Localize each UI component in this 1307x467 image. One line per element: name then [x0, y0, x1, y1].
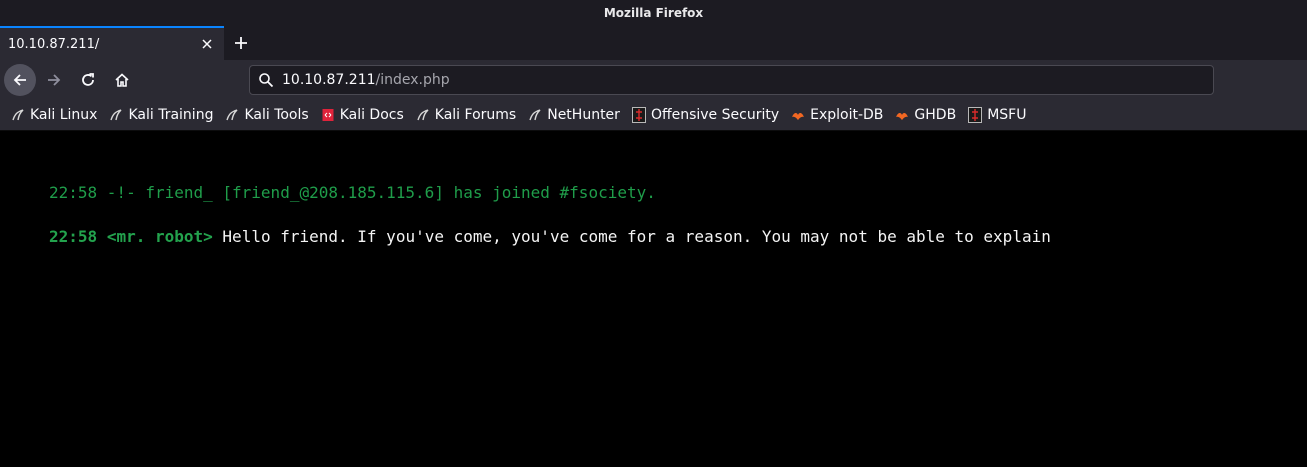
url-path: /index.php [375, 72, 450, 88]
bookmark-label: Kali Forums [434, 107, 517, 123]
tab-label: 10.10.87.211/ [8, 36, 100, 52]
plus-icon [235, 37, 247, 49]
window-titlebar: Mozilla Firefox [0, 0, 1307, 26]
nav-bar: 10.10.87.211/index.php [0, 60, 1307, 100]
bookmark-label: NetHunter [547, 107, 620, 123]
kali-dragon-icon [224, 107, 240, 123]
arrow-left-icon [13, 74, 26, 86]
bookmark-ghdb[interactable]: GHDB [894, 107, 956, 123]
page-content: 22:58 -!- friend_ [friend_@208.185.115.6… [0, 131, 1307, 467]
kali-docs-icon [320, 107, 336, 123]
url-text: 10.10.87.211/index.php [282, 72, 450, 88]
bookmark-label: Offensive Security [650, 107, 780, 123]
kali-dragon-icon [10, 107, 26, 123]
bookmark-kali-linux[interactable]: Kali Linux [10, 107, 97, 123]
irc-join-line: 22:58 -!- friend_ [friend_@208.185.115.6… [49, 183, 656, 202]
tab-active[interactable]: 10.10.87.211/ [0, 26, 224, 60]
back-button[interactable] [4, 64, 36, 96]
offsec-icon [631, 107, 647, 123]
bookmark-label: Kali Training [128, 107, 214, 123]
bookmark-label: Kali Tools [244, 107, 309, 123]
home-button[interactable] [106, 64, 138, 96]
bookmark-kali-docs[interactable]: Kali Docs [320, 107, 404, 123]
reload-icon [82, 73, 94, 86]
kali-dragon-icon [527, 107, 543, 123]
tab-strip: 10.10.87.211/ [0, 26, 1307, 60]
url-bar[interactable]: 10.10.87.211/index.php [249, 65, 1214, 95]
new-tab-button[interactable] [226, 26, 256, 60]
window-title: Mozilla Firefox [603, 6, 704, 20]
arrow-right-icon [48, 74, 61, 86]
irc-message-line: 22:58 <mr. robot> Hello friend. If you'v… [49, 227, 1051, 246]
exploitdb-icon [790, 107, 806, 123]
bookmark-msfu[interactable]: MSFU [967, 107, 1026, 123]
bookmark-label: Exploit-DB [810, 107, 884, 123]
message-text: Hello friend. If you've come, you've com… [222, 227, 1051, 246]
search-icon [259, 73, 274, 88]
bookmark-nethunter[interactable]: NetHunter [527, 107, 620, 123]
message-time: 22:58 [49, 227, 98, 246]
exploitdb-icon [894, 107, 910, 123]
bookmark-offensive-security[interactable]: Offensive Security [631, 107, 779, 123]
bookmark-kali-tools[interactable]: Kali Tools [224, 107, 309, 123]
bookmark-label: GHDB [914, 107, 957, 123]
offsec-icon [967, 107, 983, 123]
reload-button[interactable] [72, 64, 104, 96]
kali-dragon-icon [415, 107, 431, 123]
bookmark-label: Kali Docs [339, 107, 404, 123]
message-nick: <mr. robot> [106, 227, 213, 246]
bookmarks-toolbar: Kali Linux Kali Training Kali Tools Kali Do… [0, 100, 1307, 131]
bookmark-kali-training[interactable]: Kali Training [108, 107, 213, 123]
home-icon [115, 73, 129, 87]
bookmark-kali-forums[interactable]: Kali Forums [415, 107, 516, 123]
bookmark-label: MSFU [987, 107, 1027, 123]
close-icon[interactable] [198, 35, 216, 53]
bookmark-exploit-db[interactable]: Exploit-DB [790, 107, 883, 123]
kali-dragon-icon [108, 107, 124, 123]
url-host: 10.10.87.211 [282, 72, 376, 88]
bookmark-label: Kali Linux [30, 107, 98, 123]
forward-button[interactable] [38, 64, 70, 96]
